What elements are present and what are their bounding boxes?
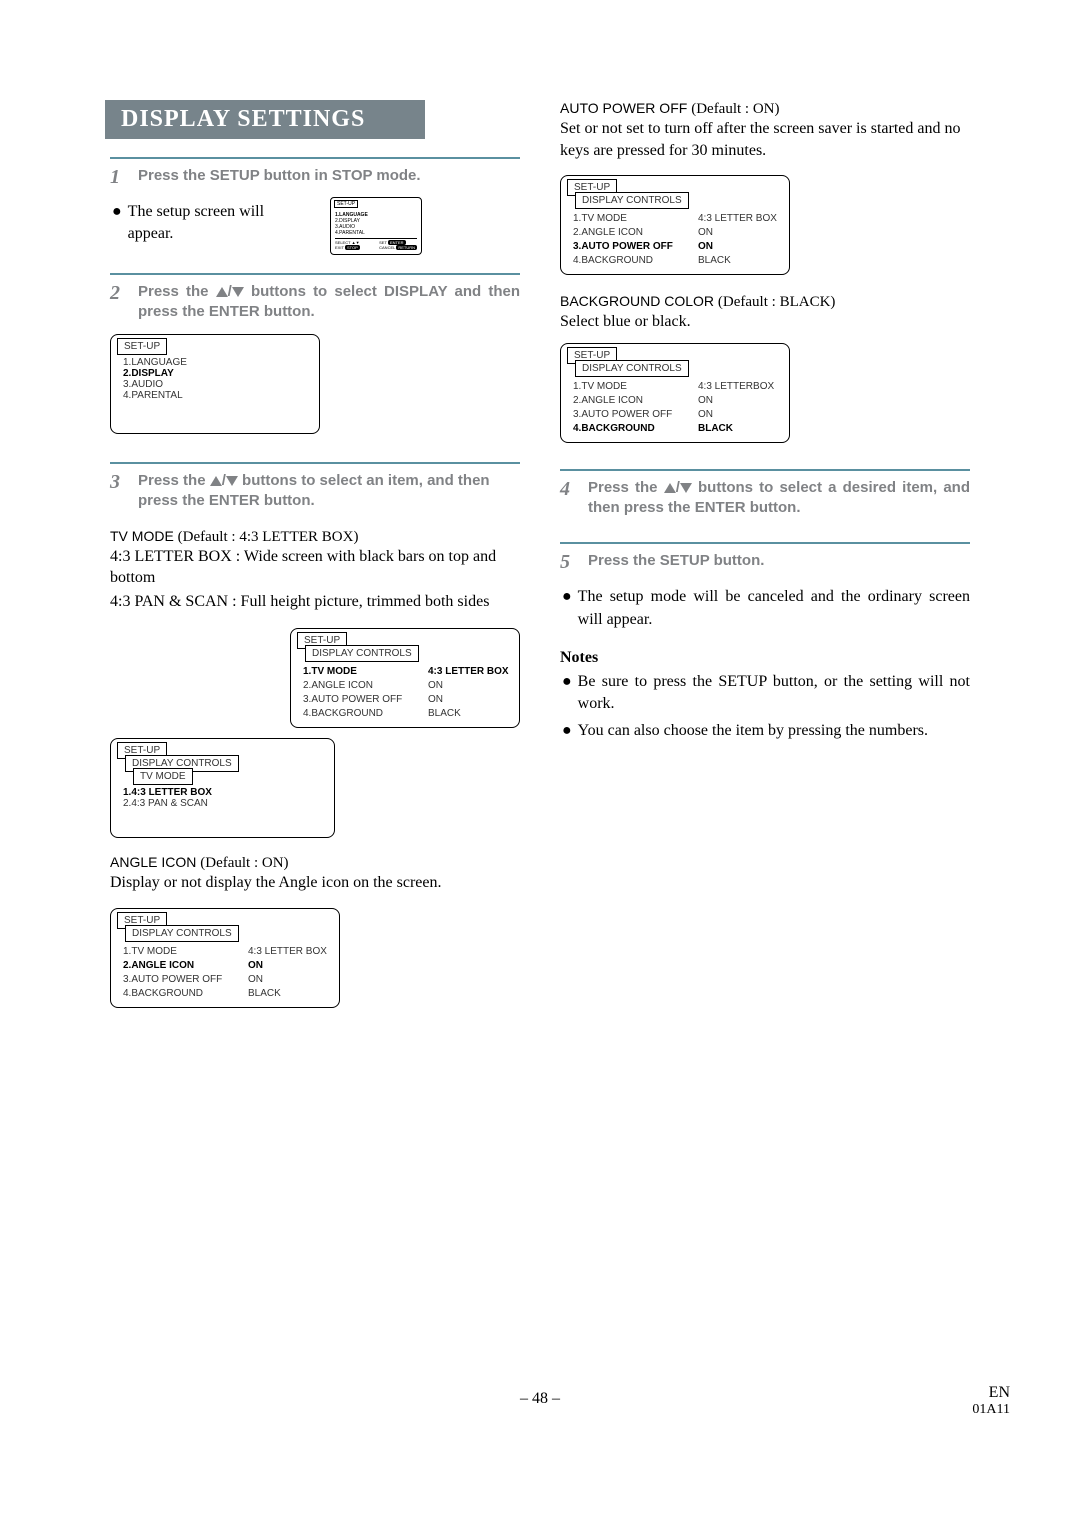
- note-item: ● Be sure to press the SETUP button, or …: [560, 671, 970, 716]
- osd-item: 3.AUTO POWER OFF: [573, 408, 688, 422]
- osd-item: 2.4:3 PAN & SCAN: [123, 798, 324, 809]
- osd-item: 3.AUTO POWER OFF: [303, 693, 418, 707]
- osd-item-selected: 4.BACKGROUND: [573, 422, 688, 436]
- osd-display-bg: SET-UP DISPLAY CONTROLS 1.TV MODE4:3 LET…: [560, 343, 790, 443]
- separator: [110, 157, 520, 159]
- bullet-text: The setup mode will be canceled and the …: [578, 586, 970, 631]
- note-text: You can also choose the item by pressing…: [578, 720, 928, 742]
- osd-item-selected: 2.DISPLAY: [123, 368, 309, 379]
- osd-item: 2.ANGLE ICON: [573, 226, 688, 240]
- osd-sub-tab2: TV MODE: [133, 768, 193, 785]
- bullet-dot-icon: ●: [562, 671, 572, 716]
- osd-tab: SET-UP: [117, 338, 167, 355]
- page-footer: – 48 – EN 01A11: [110, 1390, 970, 1408]
- step-number: 5: [560, 549, 576, 576]
- osd-title: SET-UP: [334, 200, 358, 208]
- osd-sub-tab: DISPLAY CONTROLS: [575, 192, 689, 209]
- step-3: 3 Press the / buttons to select an item,…: [110, 466, 520, 518]
- section-heading: DISPLAY SETTINGS: [105, 100, 425, 139]
- osd-item-selected: 2.ANGLE ICON: [123, 959, 238, 973]
- osd-item-selected: 3.AUTO POWER OFF: [573, 240, 688, 254]
- separator: [110, 273, 520, 275]
- osd-item: 1.LANGUAGE: [123, 357, 309, 368]
- tvmode-desc: 4:3 LETTER BOX : Wide screen with black …: [110, 546, 520, 589]
- step-number: 4: [560, 476, 576, 503]
- osd-display-autopower: SET-UP DISPLAY CONTROLS 1.TV MODE4:3 LET…: [560, 175, 790, 275]
- step-2: 2 Press the / buttons to select DISPLAY …: [110, 277, 520, 329]
- osd-display-controls: SET-UP DISPLAY CONTROLS 1.TV MODE4:3 LET…: [290, 628, 520, 728]
- separator: [110, 462, 520, 464]
- bullet-dot-icon: ●: [562, 720, 572, 742]
- angle-desc: Display or not display the Angle icon on…: [110, 872, 520, 894]
- osd-item: 2.ANGLE ICON: [303, 679, 418, 693]
- step-text: Press the / buttons to select an item, a…: [138, 469, 520, 512]
- step-5-bullet: ● The setup mode will be canceled and th…: [560, 586, 970, 631]
- osd-item: 4.PARENTAL: [335, 230, 417, 236]
- arrow-down-icon: [226, 476, 238, 486]
- osd-item: 2.ANGLE ICON: [573, 394, 688, 408]
- osd-item: 1.TV MODE: [573, 380, 688, 394]
- page-number: – 48 –: [110, 1390, 970, 1408]
- osd-item: 1.TV MODE: [573, 212, 688, 226]
- step-text: Press the SETUP button.: [588, 549, 764, 571]
- osd-item: 4.BACKGROUND: [573, 254, 688, 268]
- bg-desc: Select blue or black.: [560, 311, 970, 333]
- osd-item: 4.BACKGROUND: [123, 987, 238, 1001]
- bullet-dot-icon: ●: [112, 201, 122, 246]
- arrow-down-icon: [232, 287, 244, 297]
- osd-sub-tab: DISPLAY CONTROLS: [575, 360, 689, 377]
- osd-item: 3.AUTO POWER OFF: [123, 973, 238, 987]
- separator: [560, 469, 970, 471]
- step-text: Press the / buttons to select DISPLAY an…: [138, 280, 520, 323]
- osd-item: 4.BACKGROUND: [303, 707, 418, 721]
- step-text: Press the SETUP button in STOP mode.: [138, 164, 421, 186]
- step-number: 1: [110, 164, 126, 191]
- bullet-dot-icon: ●: [562, 586, 572, 631]
- arrow-up-icon: [216, 287, 228, 297]
- step-text: Press the / buttons to select a desired …: [588, 476, 970, 519]
- angle-heading: ANGLE ICON (Default : ON): [110, 854, 520, 872]
- bullet-text: The setup screen will appear.: [128, 201, 310, 246]
- osd-item: 3.AUDIO: [123, 379, 309, 390]
- arrow-down-icon: [680, 483, 692, 493]
- autopower-desc: Set or not set to turn off after the scr…: [560, 118, 970, 161]
- osd-setup-menu: SET-UP 1.LANGUAGE 2.DISPLAY 3.AUDIO 4.PA…: [110, 334, 320, 434]
- osd-sub-tab: DISPLAY CONTROLS: [305, 645, 419, 662]
- step-number: 2: [110, 280, 126, 307]
- osd-item-selected: 1.4:3 LETTER BOX: [123, 787, 324, 798]
- autopower-heading: AUTO POWER OFF (Default : ON): [560, 100, 970, 118]
- note-item: ● You can also choose the item by pressi…: [560, 720, 970, 742]
- footer-lang: EN: [972, 1384, 1010, 1402]
- osd-display-angle: SET-UP DISPLAY CONTROLS 1.TV MODE4:3 LET…: [110, 908, 340, 1008]
- tvmode-heading: TV MODE (Default : 4:3 LETTER BOX): [110, 528, 520, 546]
- notes-heading: Notes: [560, 649, 970, 667]
- tvmode-desc: 4:3 PAN & SCAN : Full height picture, tr…: [110, 591, 520, 613]
- osd-tvmode-submenu: SET-UP DISPLAY CONTROLS TV MODE 1.4:3 LE…: [110, 738, 335, 838]
- osd-item-selected: 1.TV MODE: [303, 665, 418, 679]
- step-number: 3: [110, 469, 126, 496]
- left-column: DISPLAY SETTINGS 1 Press the SETUP butto…: [110, 100, 520, 1008]
- osd-sub-tab: DISPLAY CONTROLS: [125, 925, 239, 942]
- step-5: 5 Press the SETUP button.: [560, 546, 970, 582]
- osd-item: 1.TV MODE: [123, 945, 238, 959]
- arrow-up-icon: [210, 476, 222, 486]
- step-1: 1 Press the SETUP button in STOP mode.: [110, 161, 520, 197]
- bg-heading: BACKGROUND COLOR (Default : BLACK): [560, 293, 970, 311]
- step-1-bullet: ● The setup screen will appear.: [110, 201, 310, 246]
- arrow-up-icon: [664, 483, 676, 493]
- note-text: Be sure to press the SETUP button, or th…: [578, 671, 970, 716]
- osd-setup-tiny: SET-UP 1.LANGUAGE 2.DISPLAY 3.AUDIO 4.PA…: [330, 197, 422, 255]
- separator: [560, 542, 970, 544]
- osd-item: 4.PARENTAL: [123, 390, 309, 401]
- footer-code: 01A11: [972, 1402, 1010, 1418]
- step-4: 4 Press the / buttons to select a desire…: [560, 473, 970, 525]
- right-column: AUTO POWER OFF (Default : ON) Set or not…: [560, 100, 970, 1008]
